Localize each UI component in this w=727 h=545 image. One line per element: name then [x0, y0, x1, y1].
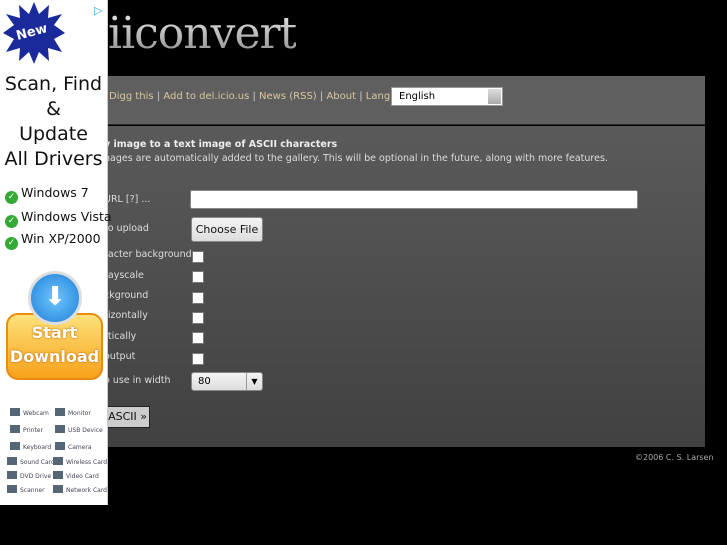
os-item: ✓ Win XP/2000 — [5, 231, 101, 250]
device-item: Camera — [55, 442, 92, 451]
language-select[interactable]: English — [391, 87, 503, 106]
device-label: Video Card — [66, 473, 99, 480]
nav-digg[interactable]: Digg this — [109, 91, 154, 102]
device-item: Scanner — [7, 485, 45, 494]
option-label: rizontally — [104, 310, 148, 321]
form-note: nages are automatically added to the gal… — [104, 153, 608, 164]
ad-headline-line: Update — [19, 123, 88, 145]
device-label: Webcam — [23, 410, 49, 417]
form-title: y image to a text image of ASCII charact… — [104, 139, 338, 150]
ad-headline: Scan, Find & Update All Drivers — [0, 72, 107, 172]
device-label: Printer — [23, 427, 43, 434]
option-label: ckground — [104, 290, 149, 301]
url-input[interactable] — [190, 190, 638, 209]
usb-icon — [55, 425, 65, 433]
nav-separator: | — [156, 91, 161, 102]
nav-separator: | — [359, 91, 363, 102]
copyright: ©2006 C. S. Larsen — [635, 453, 714, 462]
device-item: Printer — [10, 425, 43, 434]
webcam-icon — [10, 408, 20, 416]
option-label: output — [104, 351, 136, 362]
chevron-down-icon[interactable]: ▼ — [246, 373, 262, 390]
device-label: Wireless Card — [66, 459, 108, 466]
device-item: USB Device — [55, 425, 103, 434]
width-label: o use in width — [104, 375, 171, 386]
device-item: DVD Drive — [7, 471, 51, 480]
os-item: ✓ Windows 7 — [5, 185, 89, 204]
device-label: USB Device — [68, 427, 103, 434]
check-icon: ✓ — [5, 191, 18, 204]
nav-about[interactable]: About — [326, 91, 356, 102]
adchoices-icon[interactable]: ▷ — [94, 4, 102, 17]
device-item: Monitor — [55, 408, 91, 417]
site-logo[interactable]: iiconvert — [108, 8, 297, 59]
nav-separator: | — [319, 91, 324, 102]
os-label: Windows Vista — [21, 209, 112, 224]
keyboard-icon — [10, 442, 20, 450]
choose-file-button[interactable]: Choose File — [191, 217, 263, 242]
option-checkbox[interactable] — [192, 312, 204, 324]
button-line: Download — [9, 347, 100, 366]
device-item: Webcam — [10, 408, 49, 417]
dvd-drive-icon — [7, 471, 17, 479]
nav-bar: Digg this | Add to del.icio.us | News (R… — [100, 76, 705, 125]
ad-headline-line: Scan, Find — [4, 73, 103, 95]
language-value: English — [399, 91, 436, 102]
option-checkbox[interactable] — [192, 271, 204, 283]
option-checkbox[interactable] — [192, 353, 204, 365]
device-label: Sound Card — [20, 459, 55, 466]
download-arrow-icon: ⬇ — [28, 271, 82, 325]
device-item: Sound Card — [7, 457, 55, 466]
option-label: rtically — [104, 331, 137, 342]
chevron-down-icon[interactable] — [488, 89, 501, 104]
video-card-icon — [53, 471, 63, 479]
ad-headline-line: & — [46, 98, 61, 120]
device-label: Network Card — [66, 487, 107, 494]
device-item: Keyboard — [10, 442, 51, 451]
sound-card-icon — [7, 457, 17, 465]
device-item: Network Card — [53, 485, 107, 494]
width-value: 80 — [198, 376, 211, 387]
printer-icon — [10, 425, 20, 433]
device-item: Wireless Card — [53, 457, 107, 466]
check-icon: ✓ — [5, 237, 18, 250]
check-icon: ✓ — [5, 215, 18, 228]
device-label: Scanner — [20, 487, 45, 494]
monitor-icon — [55, 408, 65, 416]
converter-form: y image to a text image of ASCII charact… — [100, 126, 705, 447]
scanner-icon — [7, 485, 17, 493]
width-select[interactable]: 80 ▼ — [191, 372, 263, 391]
camera-icon — [55, 442, 65, 450]
url-label: URL [?] ... — [104, 194, 151, 205]
device-label: Keyboard — [23, 444, 52, 451]
device-item: Video Card — [53, 471, 99, 480]
device-label: DVD Drive — [20, 473, 52, 480]
option-label: rayscale — [104, 270, 144, 281]
network-card-icon — [53, 485, 63, 493]
device-label: Camera — [68, 444, 92, 451]
os-label: Win XP/2000 — [21, 231, 101, 246]
option-checkbox[interactable] — [192, 332, 204, 344]
option-checkbox[interactable] — [192, 292, 204, 304]
nav-separator: | — [252, 91, 256, 102]
nav-links: Digg this | Add to del.icio.us | News (R… — [109, 91, 422, 102]
advertisement[interactable]: New ▷ Scan, Find & Update All Drivers ✓ W… — [0, 0, 112, 505]
ad-headline-line: All Drivers — [4, 148, 103, 170]
option-label: racter background — [104, 249, 192, 260]
nav-news-rss[interactable]: News (RSS) — [259, 91, 317, 102]
nav-delicious[interactable]: Add to del.icio.us — [163, 91, 249, 102]
wireless-card-icon — [53, 457, 63, 465]
os-item: ✓ Windows Vista — [5, 209, 112, 228]
os-label: Windows 7 — [21, 185, 89, 200]
option-checkbox[interactable] — [192, 251, 204, 263]
device-label: Monitor — [68, 410, 91, 417]
